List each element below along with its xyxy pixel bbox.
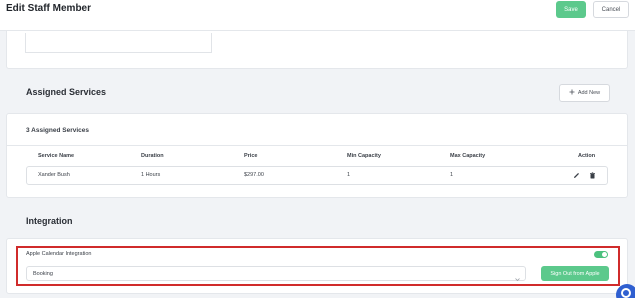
chevron-down-icon — [514, 270, 521, 282]
sign-out-apple-button[interactable]: Sign Out from Apple — [541, 266, 609, 281]
add-new-label: Add New — [577, 90, 601, 96]
help-chat-icon[interactable] — [616, 284, 635, 298]
assigned-services-card — [6, 113, 628, 198]
calendar-select-value: Booking — [33, 271, 53, 277]
column-header-duration: Duration — [141, 153, 164, 159]
trash-icon[interactable] — [588, 171, 597, 180]
edit-pencil-icon[interactable] — [572, 171, 581, 180]
cell-max-capacity: 1 — [450, 172, 454, 178]
assigned-services-title: Assigned Services — [26, 87, 107, 97]
column-header-price: Price — [244, 153, 258, 159]
apple-calendar-label: Apple Calendar Integration — [26, 251, 92, 257]
page-title: Edit Staff Member — [6, 3, 92, 14]
previous-textarea[interactable] — [25, 33, 212, 53]
column-header-max-capacity: Max Capacity — [450, 153, 486, 159]
cancel-button[interactable]: Cancel — [593, 1, 629, 18]
divider — [6, 145, 628, 146]
page-header: Edit Staff Member Save Cancel — [0, 0, 635, 31]
cell-price: $297.00 — [244, 172, 264, 178]
table-row — [26, 166, 608, 185]
cell-service-name: Xander Bush — [38, 172, 70, 178]
column-header-service-name: Service Name — [38, 153, 75, 159]
plus-icon — [569, 89, 575, 97]
assigned-count-label: 3 Assigned Services — [26, 127, 89, 134]
cell-min-capacity: 1 — [347, 172, 351, 178]
toggle-knob — [602, 252, 607, 257]
apple-calendar-toggle[interactable] — [594, 251, 608, 258]
cell-duration: 1 Hours — [141, 172, 161, 178]
save-button[interactable]: Save — [556, 1, 586, 18]
add-new-button[interactable]: Add New — [559, 84, 610, 102]
column-header-action: Action — [578, 153, 596, 159]
help-chat-inner — [621, 288, 631, 298]
column-header-min-capacity: Min Capacity — [347, 153, 381, 159]
integration-title: Integration — [26, 216, 73, 226]
calendar-select[interactable]: Booking — [26, 266, 526, 282]
